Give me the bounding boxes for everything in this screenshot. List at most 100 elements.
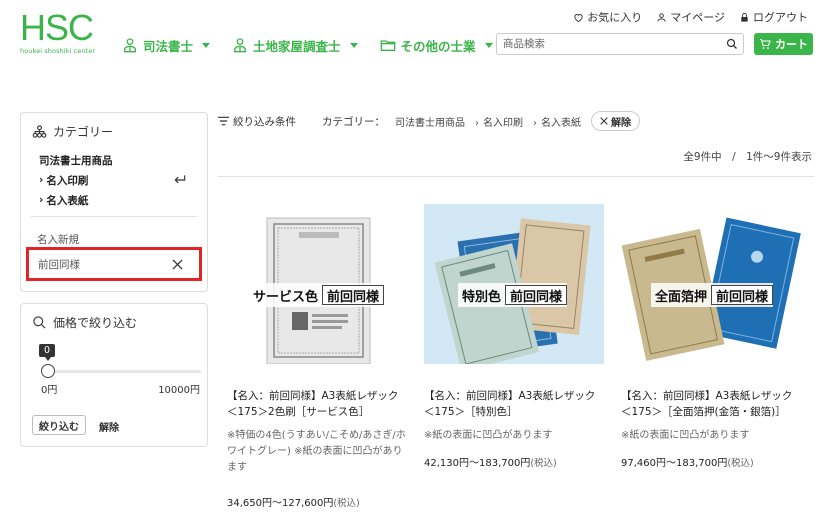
person-icon [234, 38, 247, 53]
price-title: 価格で絞り込む [21, 304, 207, 331]
chevron-down-icon [349, 42, 358, 48]
category-title: カテゴリー [21, 113, 207, 140]
return-arrow-icon[interactable] [173, 174, 187, 186]
mypage-link[interactable]: マイページ [656, 9, 725, 25]
category-item-nairi-hyoshi[interactable]: › 名入表紙 [39, 190, 207, 210]
price-slider-track[interactable] [41, 370, 201, 373]
close-icon [600, 117, 608, 125]
filter-bar: 絞り込み条件 カテゴリー： 司法書士用商品 › 名入印刷 › 名入表紙 解除 [218, 110, 640, 132]
nav-item-other[interactable]: その他の士業 [380, 35, 493, 55]
product-price: 97,460円～183,700円(税込) [621, 454, 801, 469]
subcategory-heading: 名入新規 [37, 234, 79, 246]
breadcrumb-item[interactable]: › 名入表紙 [533, 114, 581, 129]
remove-filter-button[interactable]: 解除 [591, 111, 640, 131]
remove-filter-label: 解除 [611, 117, 631, 129]
product-name[interactable]: 【名入：前回同様】A3表紙レザック＜175＞［特別色］ [424, 388, 604, 420]
selected-subcategory-label: 前回同様 [38, 258, 80, 271]
product-note: ※紙の表面に凹凸があります [621, 430, 750, 441]
tax-label: (税込) [530, 458, 557, 469]
logout-link[interactable]: ログアウト [739, 9, 808, 25]
chevron-right-icon: › [475, 117, 479, 129]
favorites-link[interactable]: お気に入り [573, 9, 642, 25]
filter-label: 絞り込み条件 [233, 115, 296, 128]
person-icon [124, 38, 136, 53]
product-price: 42,130円～183,700円(税込) [424, 454, 604, 469]
price-min-label: 0円 [41, 385, 58, 396]
search-icon[interactable] [726, 38, 738, 50]
close-icon[interactable] [172, 259, 183, 270]
search-input[interactable] [497, 34, 717, 54]
product-note: ※紙の表面に凹凸があります [424, 430, 553, 441]
cart-label: カート [775, 38, 808, 51]
price-filter-panel: 価格で絞り込む 0 0円 10000円 絞り込む 解除 [20, 303, 208, 447]
chevron-down-icon [202, 42, 211, 48]
badge-box: 前回同様 [711, 285, 774, 305]
filter-category-label: カテゴリー： [322, 115, 385, 128]
badge-box: 前回同様 [322, 285, 385, 305]
logout-label: ログアウト [753, 11, 808, 24]
product-note: ※特価の4色(うすあい/こそめ/あさぎ/ホワイトグレー) ※紙の表面に凹凸があり… [227, 430, 406, 473]
cart-icon [760, 38, 771, 49]
selected-subcategory[interactable]: 前回同様 [26, 247, 202, 281]
product-image[interactable]: サービス色 前回同様 [227, 204, 407, 364]
category-item-shihoshoshi[interactable]: 司法書士用商品 [39, 150, 207, 170]
badge-label: サービス色 [253, 289, 319, 305]
chevron-right-icon: › [39, 194, 44, 206]
site-logo[interactable]: HSC houkei shoshiki center [20, 7, 96, 56]
price-max-label: 10000円 [158, 385, 200, 396]
category-label: 司法書士用商品 [39, 154, 113, 167]
folder-icon [380, 40, 395, 51]
category-label: 名入表紙 [46, 194, 89, 207]
nav-label: 司法書士 [143, 38, 194, 54]
product-badge: 特別色 前回同様 [458, 283, 568, 307]
clear-filter-button[interactable]: 解除 [99, 419, 119, 434]
crumb-text: 名入表紙 [541, 117, 581, 129]
chevron-right-icon: › [39, 174, 44, 186]
price-title-label: 価格で絞り込む [53, 316, 138, 330]
user-icon [657, 12, 666, 22]
category-panel: カテゴリー 司法書士用商品 › 名入印刷 › 名入表紙 名入新規 前回同様 [20, 112, 208, 292]
badge-label: 特別色 [462, 289, 502, 305]
category-label: 名入印刷 [46, 174, 89, 187]
crumb-text: 司法書士用商品 [395, 117, 465, 129]
nav-item-shihoshoshi[interactable]: 司法書士 [122, 35, 211, 55]
product-image[interactable]: 全面箔押 前回同様 [621, 204, 801, 364]
badge-box: 前回同様 [505, 285, 568, 305]
search-icon [33, 316, 46, 329]
price-slider-handle[interactable] [41, 364, 55, 378]
product-price: 34,650円～127,600円(税込) [227, 494, 407, 509]
product-card[interactable]: サービス色 前回同様 【名入：前回同様】A3表紙レザック＜175＞2色刷［サービ… [227, 204, 407, 509]
tax-label: (税込) [727, 458, 754, 469]
heart-icon [574, 13, 583, 22]
product-card[interactable]: 特別色 前回同様 【名入：前回同様】A3表紙レザック＜175＞［特別色］ ※紙の… [424, 204, 604, 469]
main-nav: 司法書士 土地家屋調査士 その他の士業 [122, 35, 515, 55]
sitemap-icon [32, 125, 47, 138]
breadcrumb-item[interactable]: › 名入印刷 [475, 114, 523, 129]
category-item-nairi-insatsu[interactable]: › 名入印刷 [39, 170, 207, 190]
search-box [496, 33, 744, 55]
lock-icon [741, 12, 748, 22]
category-title-label: カテゴリー [53, 125, 114, 139]
price-text: 97,460円～183,700円 [621, 458, 728, 469]
tax-label: (税込) [333, 498, 360, 509]
product-image[interactable]: 特別色 前回同様 [424, 204, 604, 364]
nav-label: 土地家屋調査士 [253, 38, 341, 54]
divider [218, 176, 814, 177]
product-name[interactable]: 【名入：前回同様】A3表紙レザック＜175＞［全面箔押(金箔・銀箔)］ [621, 388, 801, 420]
chevron-down-icon [484, 42, 493, 48]
filter-lines-icon [218, 116, 229, 126]
utility-links: お気に入り マイページ ログアウト [573, 9, 808, 25]
price-text: 34,650円～127,600円 [227, 498, 334, 509]
breadcrumb-item[interactable]: 司法書士用商品 [395, 114, 465, 129]
logo-subtext: houkei shoshiki center [20, 47, 96, 55]
price-text: 42,130円～183,700円 [424, 458, 531, 469]
apply-filter-button[interactable]: 絞り込む [32, 415, 86, 435]
mypage-label: マイページ [670, 11, 725, 24]
cart-button[interactable]: カート [754, 33, 813, 55]
slider-tooltip: 0 [39, 344, 56, 361]
category-list: 司法書士用商品 › 名入印刷 › 名入表紙 [21, 140, 207, 210]
product-name[interactable]: 【名入：前回同様】A3表紙レザック＜175＞2色刷［サービス色］ [227, 388, 407, 420]
nav-item-tochikaoku[interactable]: 土地家屋調査士 [232, 35, 358, 55]
logo-text: HSC [20, 7, 94, 48]
product-card[interactable]: 全面箔押 前回同様 【名入：前回同様】A3表紙レザック＜175＞［全面箔押(金箔… [621, 204, 801, 469]
